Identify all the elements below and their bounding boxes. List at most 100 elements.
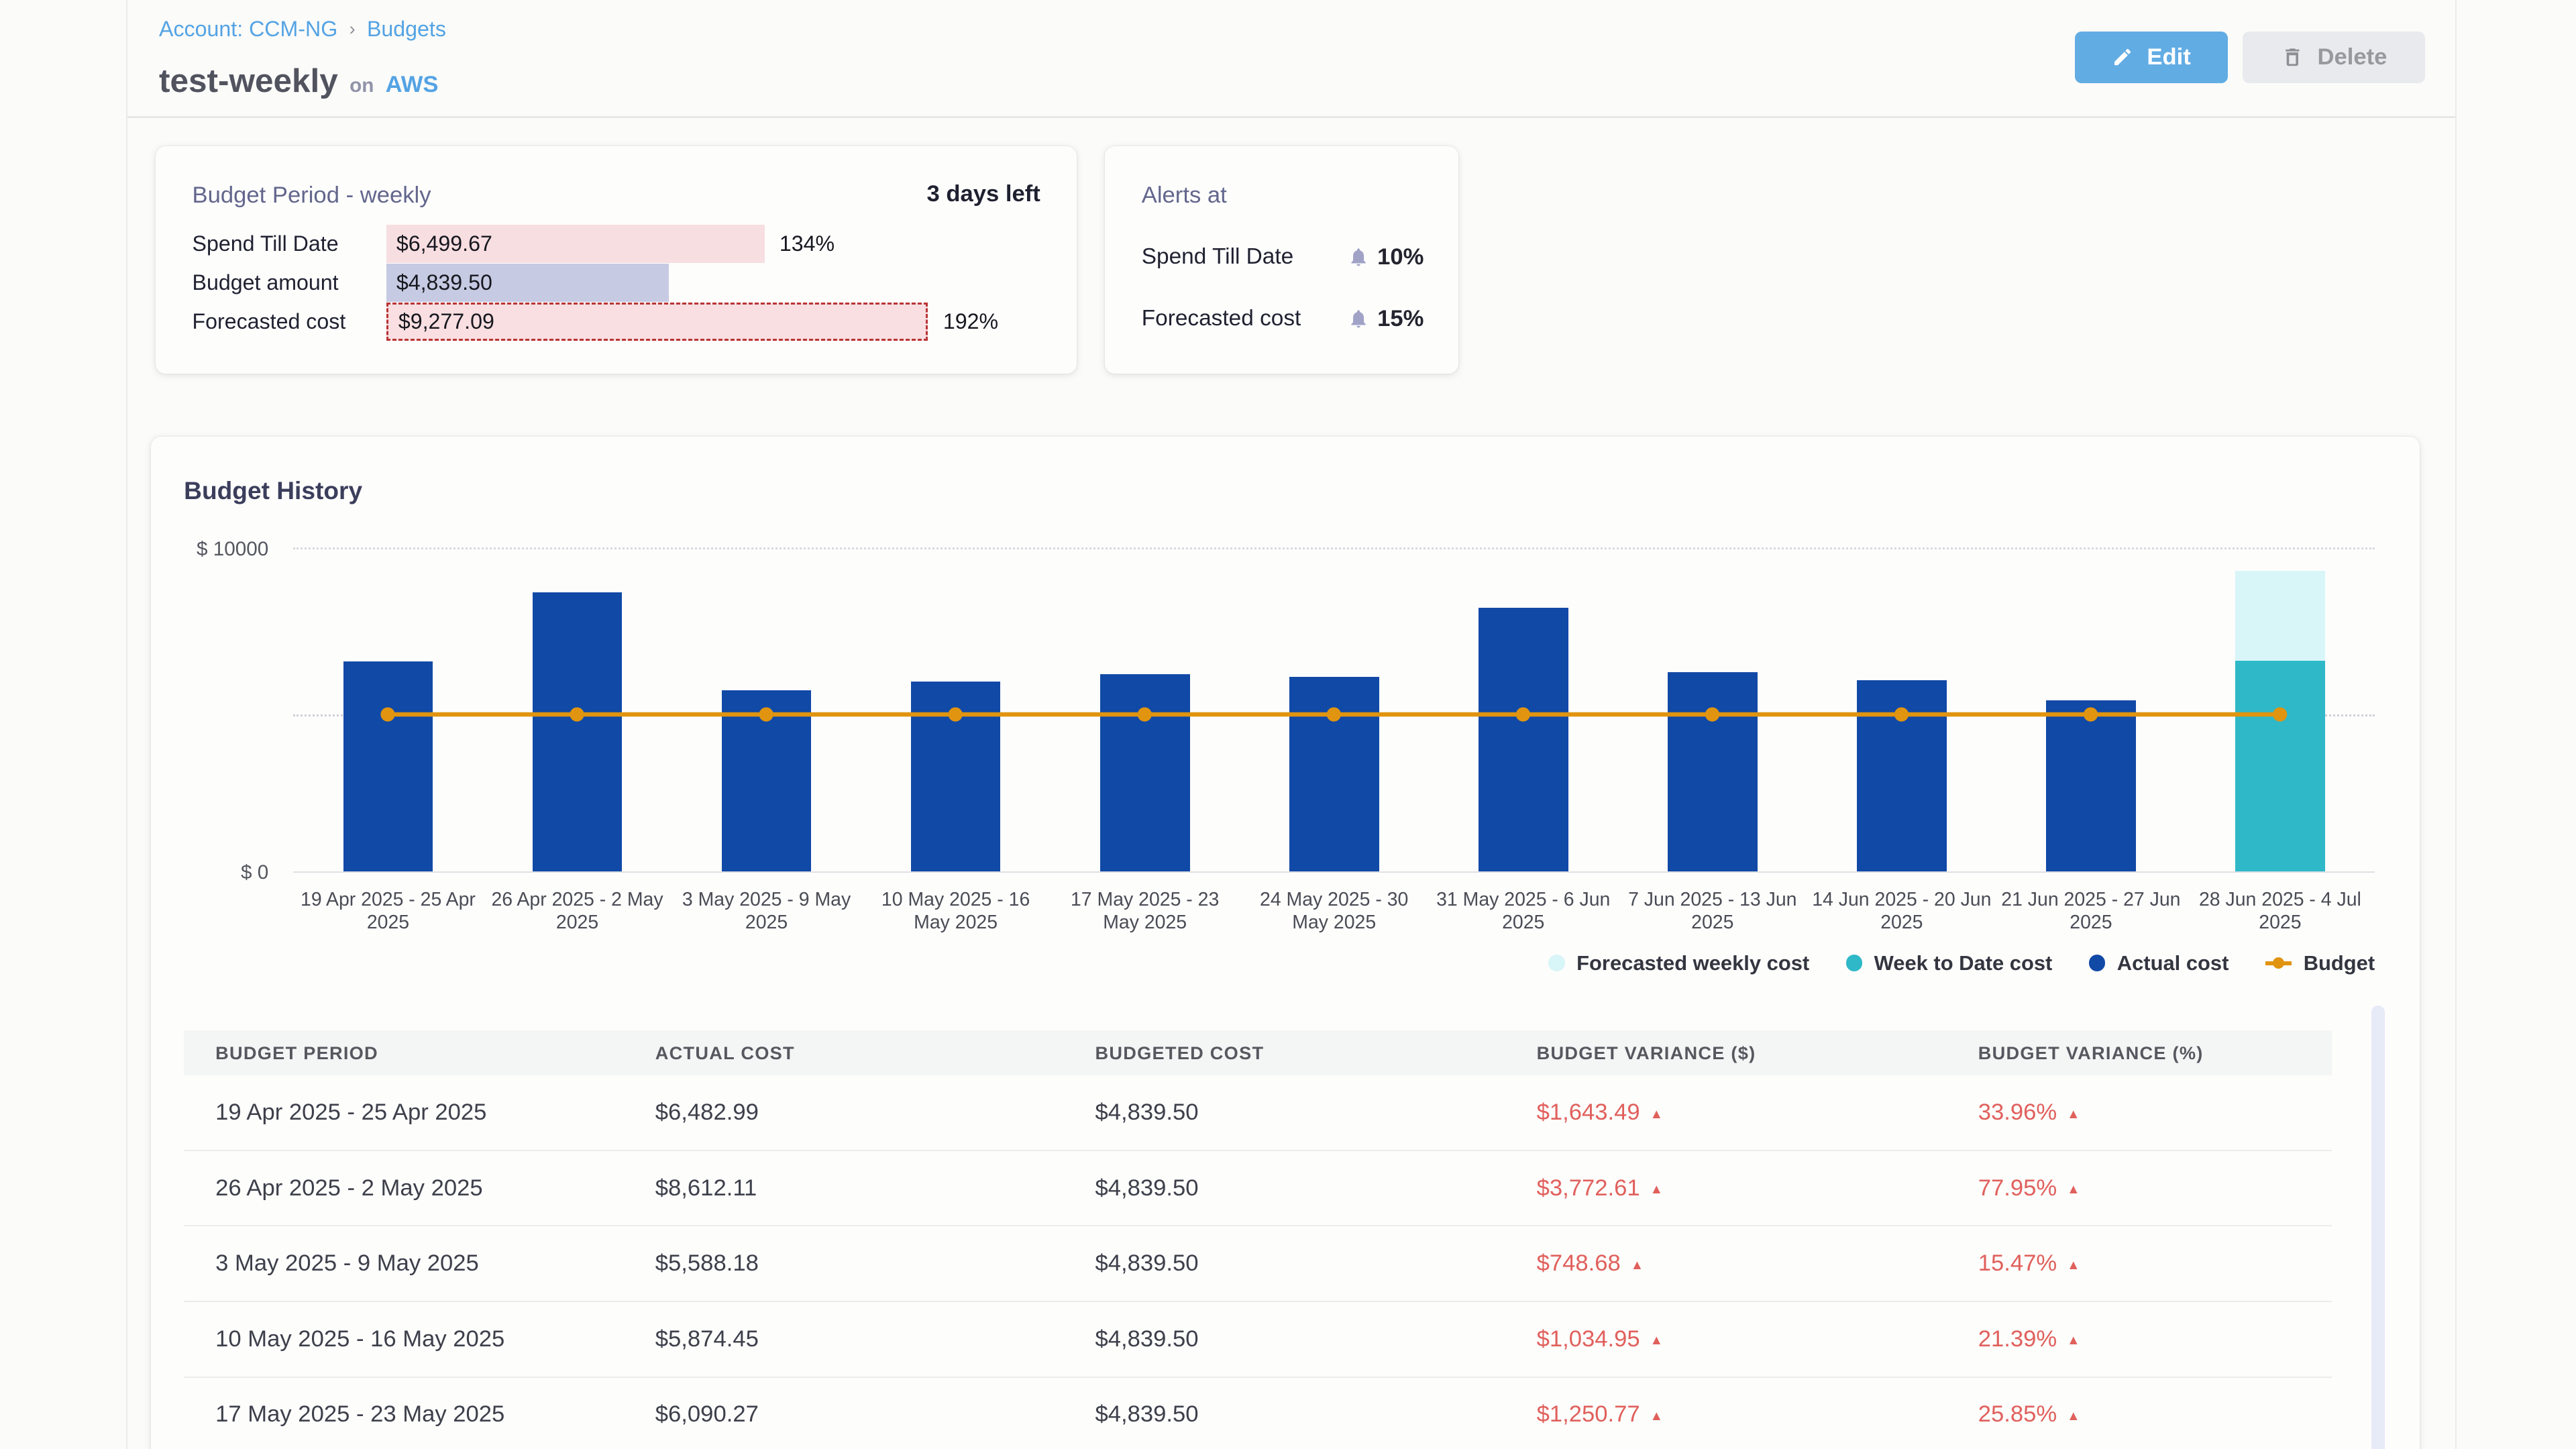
table-body: 19 Apr 2025 - 25 Apr 2025$6,482.99 $4,839…	[184, 1075, 2332, 1449]
table-cell-variance-usd: $748.68▲	[1505, 1250, 1947, 1277]
actual-cost-bar[interactable]	[533, 592, 623, 871]
table-cell-actual: $5,588.18	[624, 1250, 1064, 1277]
x-axis-label: 31 May 2025 - 6 Jun 2025	[1429, 888, 1618, 934]
actual-cost-bar[interactable]	[1100, 674, 1190, 871]
table-cell-variance-pct: 15.47%▲	[1947, 1250, 2332, 1277]
actual-cost-bar[interactable]	[722, 690, 812, 871]
gridline-baseline	[293, 871, 2375, 873]
y-axis-tick-zero: $ 0	[169, 861, 268, 884]
variance-up-icon: ▲	[2067, 1107, 2080, 1122]
table-header-row: BUDGET PERIODACTUAL COSTBUDGETED COSTBUD…	[184, 1030, 2332, 1075]
delete-button[interactable]: Delete	[2243, 32, 2425, 83]
table-cell-variance-pct: 25.85%▲	[1947, 1401, 2332, 1428]
table-scrollbar[interactable]	[2371, 1006, 2385, 1449]
platform-label: AWS	[386, 72, 439, 98]
budget-bar: $4,839.50	[386, 264, 669, 302]
y-axis-tick-max: $ 10000	[169, 538, 268, 561]
table-cell-variance-pct: 21.39%▲	[1947, 1326, 2332, 1352]
bar-percent: 192%	[943, 309, 998, 334]
table-cell-actual: $6,090.27	[624, 1401, 1064, 1428]
x-axis-label: 7 Jun 2025 - 13 Jun 2025	[1618, 888, 1807, 934]
table-row: 26 Apr 2025 - 2 May 2025$8,612.11$4,839.…	[184, 1151, 2332, 1227]
chart-title: Budget History	[184, 476, 362, 505]
table-cell-actual: $6,482.99	[624, 1099, 1064, 1126]
edit-button[interactable]: Edit	[2075, 32, 2228, 83]
budget-row-label: Budget amount	[193, 270, 339, 295]
budget-detail-page: Account: CCM-NG › Budgets test-weekly on…	[0, 0, 2576, 1449]
table-cell-variance-pct: 77.95%▲	[1947, 1175, 2332, 1201]
variance-up-icon: ▲	[2067, 1182, 2080, 1197]
x-axis-label: 14 Jun 2025 - 20 Jun 2025	[1807, 888, 1996, 934]
bar-percent: 134%	[780, 231, 835, 256]
actual-cost-bar[interactable]	[1289, 677, 1379, 871]
budget-period-rows: Spend Till Date $6,499.67 134% Budget amoun…	[156, 224, 1077, 341]
table-cell-period: 26 Apr 2025 - 2 May 2025	[184, 1175, 624, 1201]
variance-up-icon: ▲	[2067, 1333, 2080, 1348]
variance-up-icon: ▲	[1631, 1258, 1644, 1273]
table-row: 3 May 2025 - 9 May 2025$5,588.18$4,839.5…	[184, 1226, 2332, 1302]
actual-cost-bar[interactable]	[1479, 608, 1568, 871]
x-axis-label: 17 May 2025 - 23 May 2025	[1051, 888, 1240, 934]
alert-row: Spend Till Date10%	[1142, 241, 1424, 274]
legend-item[interactable]: Budget	[2265, 951, 2375, 975]
legend-budget-marker	[2265, 956, 2292, 971]
header-divider	[127, 116, 2455, 117]
edit-button-label: Edit	[2147, 44, 2190, 70]
legend-label: Actual cost	[2117, 951, 2229, 975]
x-axis-label: 28 Jun 2025 - 4 Jul 2025	[2186, 888, 2375, 934]
budget-history-card: Budget History $ 10000 $ 0 19 Apr 2025 -…	[151, 437, 2420, 1449]
content-column: Account: CCM-NG › Budgets test-weekly on…	[126, 0, 2457, 1449]
legend-item[interactable]: Actual cost	[2089, 951, 2229, 975]
pencil-icon	[2112, 46, 2133, 68]
bar-value: $6,499.67	[386, 231, 492, 256]
legend-label: Week to Date cost	[1874, 951, 2053, 975]
page-title: test-weekly	[159, 62, 338, 100]
table-header-cell: ACTUAL COST	[624, 1042, 1064, 1064]
alerts-title: Alerts at	[1142, 182, 1227, 209]
breadcrumb-chevron-icon: ›	[350, 18, 356, 40]
alert-row: Forecasted cost 15%	[1142, 302, 1424, 335]
x-axis-label: 19 Apr 2025 - 25 Apr 2025	[293, 888, 482, 934]
table-header-cell: BUDGET VARIANCE (%)	[1947, 1042, 2332, 1064]
budget-row-label: Spend Till Date	[193, 231, 339, 256]
table-row: 19 Apr 2025 - 25 Apr 2025$6,482.99$4,839…	[184, 1075, 2332, 1151]
alert-threshold-value: 15%	[1377, 306, 1424, 332]
breadcrumb: Account: CCM-NG › Budgets	[159, 17, 446, 42]
x-axis-label: 21 Jun 2025 - 27 Jun 2025	[1996, 888, 2186, 934]
chart-plot	[293, 547, 2375, 871]
actual-cost-bar[interactable]	[911, 682, 1001, 871]
actual-cost-bar[interactable]	[2046, 700, 2136, 871]
x-axis-label: 10 May 2025 - 16 May 2025	[861, 888, 1051, 934]
table-row: 17 May 2025 - 23 May 2025$6,090.27$4,839…	[184, 1378, 2332, 1449]
budget-row: Forecasted cost$9,277.09192%	[156, 302, 1077, 341]
table-cell-period: 19 Apr 2025 - 25 Apr 2025	[184, 1099, 624, 1126]
table-cell-budgeted: $4,839.50	[1063, 1175, 1505, 1201]
actual-cost-bar[interactable]	[1668, 672, 1758, 871]
variance-up-icon: ▲	[1650, 1333, 1663, 1348]
table-cell-period: 17 May 2025 - 23 May 2025	[184, 1401, 624, 1428]
legend-label: Budget	[2304, 951, 2375, 975]
week-to-date-bar[interactable]	[2235, 661, 2325, 871]
bell-icon	[1348, 308, 1369, 329]
table-cell-period: 3 May 2025 - 9 May 2025	[184, 1250, 624, 1277]
legend-swatch	[1846, 955, 1863, 971]
breadcrumb-account-link[interactable]: Account: CCM-NG	[159, 17, 337, 42]
breadcrumb-budgets-link[interactable]: Budgets	[367, 17, 446, 42]
legend-item[interactable]: Forecasted weekly cost	[1548, 951, 1809, 975]
actual-cost-bar[interactable]	[1857, 680, 1947, 871]
table-row: 10 May 2025 - 16 May 2025$5,874.45$4,839…	[184, 1302, 2332, 1378]
alert-row-label: Spend Till Date	[1142, 244, 1348, 270]
delete-button-label: Delete	[2317, 44, 2387, 70]
spend-bar: $6,499.67	[386, 225, 765, 263]
variance-up-icon: ▲	[1650, 1409, 1663, 1424]
table-cell-period: 10 May 2025 - 16 May 2025	[184, 1326, 624, 1352]
forecast-bar: $9,277.09	[386, 303, 928, 341]
budget-history-table: BUDGET PERIODACTUAL COSTBUDGETED COSTBUD…	[184, 1030, 2332, 1449]
table-cell-variance-usd: $1,250.77▲	[1505, 1401, 1947, 1428]
table-header-cell: BUDGETED COST	[1063, 1042, 1505, 1064]
legend-item[interactable]: Week to Date cost	[1846, 951, 2053, 975]
trash-icon	[2281, 46, 2304, 69]
alerts-card: Alerts at Spend Till Date10% Forecasted c…	[1105, 146, 1458, 374]
alert-row-label: Forecasted cost	[1142, 306, 1348, 331]
actual-cost-bar[interactable]	[343, 661, 433, 871]
